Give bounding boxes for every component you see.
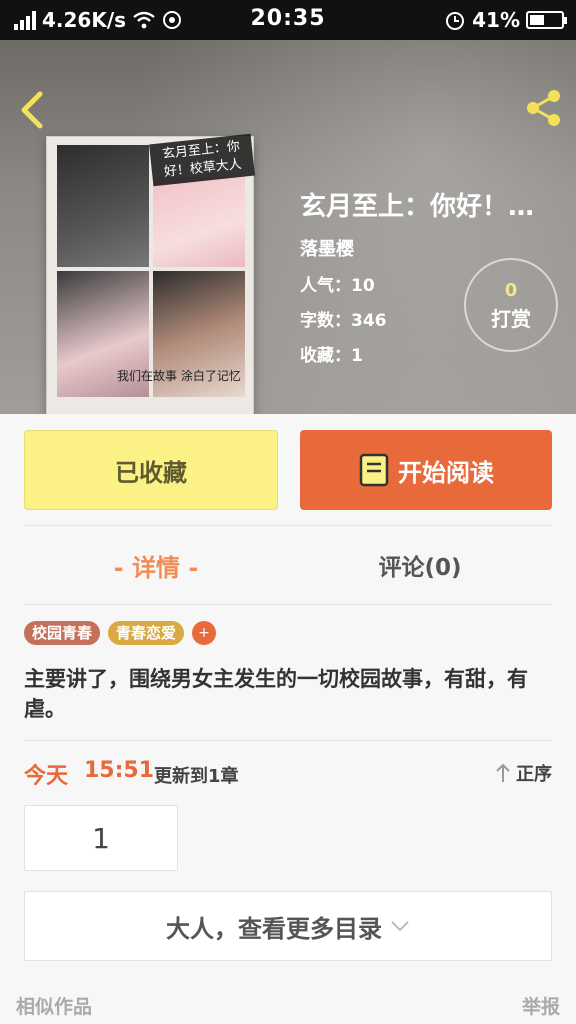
battery-icon xyxy=(526,11,567,29)
book-cover[interactable]: 玄月至上：你好！校草大人 我们在故事 涂白了记忆 xyxy=(46,133,255,414)
arrow-up-icon xyxy=(496,763,510,782)
tag-list: 校园青春 青春恋爱 + xyxy=(24,621,217,645)
update-time: 15:51 xyxy=(84,758,155,783)
alarm-icon xyxy=(446,12,465,30)
tab-comments[interactable]: 评论(0) xyxy=(288,548,552,582)
book-author[interactable]: 落墨樱 xyxy=(300,235,570,261)
tab-detail[interactable]: - 详情 - xyxy=(24,548,288,583)
status-right: 41% xyxy=(444,8,567,32)
cover-handwriting: 我们在故事 涂白了记忆 xyxy=(117,369,241,383)
chapter-number: 1 xyxy=(92,821,110,855)
divider xyxy=(24,740,552,741)
report-link[interactable]: 举报 xyxy=(522,992,560,1019)
divider xyxy=(24,604,552,605)
chevron-down-icon xyxy=(391,921,409,932)
book-title: 玄月至上：你好！… xyxy=(300,192,535,222)
more-catalog-label: 大人，查看更多目录 xyxy=(166,914,382,943)
favorited-label: 已收藏 xyxy=(115,458,187,487)
update-day: 今天 xyxy=(24,764,69,789)
more-catalog-button[interactable]: 大人，查看更多目录 xyxy=(24,891,552,961)
book-icon xyxy=(359,453,389,487)
tag-romance[interactable]: 青春恋爱 xyxy=(108,621,185,645)
divider xyxy=(24,525,552,526)
reward-button[interactable]: 0 打赏 xyxy=(464,258,558,352)
reward-count: 0 xyxy=(504,280,518,301)
cover-photo xyxy=(153,177,245,267)
book-description: 主要讲了，围绕男女主发生的一切校园故事，有甜，有虐。 xyxy=(24,667,528,721)
start-reading-label: 开始阅读 xyxy=(398,458,494,487)
similar-works-title: 相似作品 xyxy=(16,996,93,1018)
favorited-button[interactable]: 已收藏 xyxy=(24,430,278,510)
reward-label: 打赏 xyxy=(491,307,531,331)
sort-order-button[interactable]: 正序 xyxy=(494,760,552,786)
add-tag-button[interactable]: + xyxy=(192,621,217,645)
update-text: 更新到1章 xyxy=(154,766,239,787)
tag-campus[interactable]: 校园青春 xyxy=(24,621,101,645)
start-reading-button[interactable]: 开始阅读 xyxy=(300,430,552,510)
back-icon[interactable] xyxy=(14,88,50,132)
chapter-item[interactable]: 1 xyxy=(24,805,178,871)
battery-percent: 41% xyxy=(472,8,520,32)
status-bar: 4.26K/s 20:35 41% xyxy=(0,0,576,40)
share-icon[interactable] xyxy=(524,88,564,128)
book-header: 玄月至上：你好！校草大人 我们在故事 涂白了记忆 玄月至上：你好！… 落墨樱 人… xyxy=(0,40,576,414)
cover-photo xyxy=(57,145,149,267)
sort-order-label: 正序 xyxy=(516,764,552,785)
